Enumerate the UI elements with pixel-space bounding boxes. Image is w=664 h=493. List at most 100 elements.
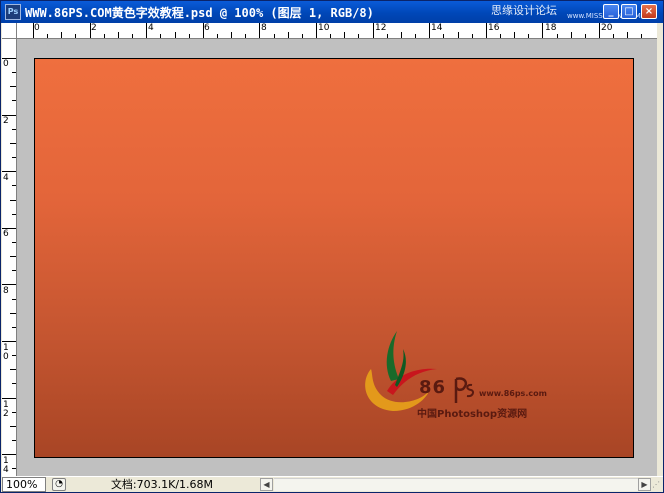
ruler-tick [542,23,544,38]
maximize-button[interactable]: □ [621,4,637,19]
ruler-tick [12,298,16,300]
ruler-tick [344,32,346,38]
document-canvas[interactable]: 86 www.86ps.com 中国Photoshop资源网 [34,58,634,458]
ruler-tick [599,23,600,38]
ruler-label: 10 [318,23,330,33]
ruler-tick [471,34,473,38]
86ps-logo: 86 www.86ps.com 中国Photoshop资源网 [357,321,557,421]
ruler-tick [202,23,204,38]
ruler-tick [457,32,459,38]
minimize-button[interactable]: _ [603,4,619,19]
ruler-tick [12,270,16,272]
scroll-right-button[interactable]: ▶ [638,478,651,491]
ruler-tick [12,326,16,328]
ruler-label: 0 [3,59,9,69]
vertical-ruler[interactable]: 0 2 4 6 8 10 12 14 [2,39,17,476]
ruler-label: 8 [261,23,267,33]
logo-number: 86 [419,377,447,398]
ruler-tick [358,34,360,38]
resize-grip-icon[interactable]: ⋰ [652,480,662,490]
watermark-text: 思缘设计论坛 [491,4,557,17]
ruler-tick [216,34,218,38]
ruler-tick [12,355,16,357]
ruler-tick [2,114,16,116]
ruler-label: 2 [91,23,97,33]
horizontal-ruler[interactable]: 0 2 4 6 8 10 12 14 16 18 20 [17,23,657,39]
close-button[interactable]: × [641,4,657,19]
ruler-label: 14 [431,23,443,33]
ruler-tick [641,34,643,38]
ruler-tick [2,397,16,399]
ruler-tick [287,32,289,38]
ruler-tick [372,23,374,38]
logo-url: www.86ps.com [479,389,547,398]
status-bar: 100% ◔ 文档:703.1K/1.68M ◀ ▶ ⋰ [2,476,663,492]
logo-tagline: 中国Photoshop资源网 [417,409,528,420]
ruler-tick [231,32,233,38]
ruler-tick [146,23,148,38]
arrow-right-icon: ▶ [641,480,648,489]
ruler-tick [330,34,332,38]
ruler-tick [2,171,16,173]
ruler-tick [117,32,119,38]
status-menu-button[interactable]: ◔ [52,478,66,491]
ruler-origin-corner[interactable] [2,23,17,39]
title-bar[interactable]: Ps WWW.86PS.COM黄色字效教程.psd @ 100% (图层 1, … [1,1,663,23]
ruler-tick [2,284,16,286]
horizontal-scrollbar[interactable] [274,478,648,491]
ruler-tick [400,32,402,38]
ruler-label: 4 [3,173,9,183]
ruler-tick [570,32,572,38]
ruler-tick [259,23,261,38]
ruler-tick [12,213,16,215]
ruler-label: 14 [3,456,9,475]
ruler-tick [301,34,303,38]
canvas-workspace[interactable]: 86 www.86ps.com 中国Photoshop资源网 [17,39,657,476]
zoom-level-field[interactable]: 100% [2,477,46,492]
ruler-tick [174,32,176,38]
ruler-label: 6 [3,229,9,239]
ruler-tick [10,86,16,88]
vertical-scrollbar[interactable] [657,23,663,476]
ruler-tick [415,34,417,38]
ruler-tick [429,23,431,38]
status-menu-icon: ◔ [55,479,63,489]
ruler-tick [61,32,63,38]
scroll-left-button[interactable]: ◀ [260,478,273,491]
ruler-tick [12,185,16,187]
ruler-tick [2,341,16,342]
ruler-label: 16 [488,23,500,33]
document-window: Ps WWW.86PS.COM黄色字效教程.psd @ 100% (图层 1, … [0,0,664,493]
ruler-tick [245,34,247,38]
ruler-tick [12,241,16,243]
ruler-tick [485,23,487,38]
ruler-label: 18 [545,23,557,33]
photoshop-app-icon[interactable]: Ps [5,4,21,20]
ruler-label: 10 [3,343,9,362]
ruler-tick [2,454,16,456]
ruler-tick [12,72,16,74]
ruler-tick [75,34,77,38]
ruler-tick [316,23,317,38]
ruler-tick [10,199,16,201]
ruler-label: 20 [601,23,613,33]
ruler-tick [273,34,275,38]
ruler-tick [10,142,16,144]
ruler-label: 0 [34,23,40,33]
ruler-tick [10,369,16,371]
ruler-tick [12,440,16,442]
ruler-tick [514,32,516,38]
ruler-tick [89,23,91,38]
ruler-tick [443,34,445,38]
ruler-tick [12,100,16,102]
ruler-label: 12 [3,400,9,419]
ruler-tick [160,34,162,38]
ruler-tick [10,312,16,314]
ruler-tick [12,157,16,159]
logo-ps-glyph-icon [454,377,475,403]
document-size-info: 文档:703.1K/1.68M [110,478,214,491]
ruler-tick [33,23,34,38]
ruler-tick [10,425,16,427]
ruler-label: 6 [204,23,210,33]
ruler-tick [47,34,49,38]
